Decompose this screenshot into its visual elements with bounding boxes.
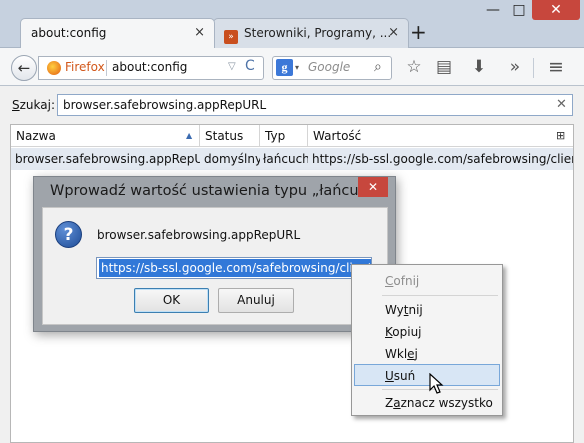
downloads-icon[interactable]: ⬇ (468, 56, 490, 78)
column-header-value[interactable]: Wartość (308, 125, 553, 147)
filter-value[interactable]: browser.safebrowsing.appRepURL (63, 96, 266, 114)
value-input-selected-text[interactable]: https://sb-ssl.google.com/safebrowsing/c… (99, 259, 371, 277)
search-icon[interactable]: ⌕ (374, 58, 382, 76)
column-picker-icon[interactable]: ⊞ (556, 127, 565, 145)
engine-dropdown-icon[interactable]: ▾ (295, 59, 299, 76)
tab-sterowniki[interactable]: » Sterowniki, Programy, ... × (213, 18, 409, 48)
question-icon: ? (55, 221, 82, 248)
menu-item-paste[interactable]: Wklej (354, 343, 500, 365)
search-placeholder: Google (308, 60, 351, 74)
menu-item-undo: Cofnij (385, 274, 420, 288)
column-header-type[interactable]: Typ (260, 125, 308, 147)
cell-type: łańcuch (263, 152, 308, 166)
column-header-name[interactable]: Nazwa (11, 125, 200, 147)
bookmarks-menu-icon[interactable]: ▤ (433, 56, 455, 78)
google-engine-icon[interactable]: g (276, 59, 293, 76)
menu-item-cut[interactable]: Wytnij (354, 299, 500, 321)
new-tab-button[interactable]: + (410, 22, 430, 42)
reload-icon[interactable]: C (245, 57, 255, 75)
overflow-chevron-icon[interactable]: » (504, 56, 526, 78)
mouse-cursor-icon (429, 373, 444, 394)
tab-close-icon[interactable]: × (194, 19, 205, 47)
cell-value: https://sb-ssl.google.com/safebrowsing/c… (312, 152, 573, 166)
dialog-title: Wprowadź wartość ustawienia typu „łańcuc… (50, 183, 384, 199)
window-close-button[interactable]: ✕ (532, 0, 580, 20)
sort-ascending-icon: ▲ (186, 131, 193, 140)
history-dropdown-icon[interactable]: ▽ (228, 58, 236, 76)
cell-status: domyślny (204, 152, 260, 166)
menu-item-select-all[interactable]: Zaznacz wszystko (354, 392, 500, 414)
menu-separator (382, 295, 498, 296)
minimize-button[interactable]: — (480, 0, 506, 20)
maximize-button[interactable]: □ (506, 0, 532, 20)
menu-item-copy[interactable]: Kopiuj (354, 321, 500, 343)
cell-name: browser.safebrowsing.appRepURL (15, 152, 200, 166)
filter-label: Szukaj: (12, 98, 55, 112)
dialog-message: browser.safebrowsing.appRepURL (97, 228, 301, 242)
menu-item-delete[interactable]: Usuń (354, 364, 500, 386)
ok-button[interactable]: OK (134, 288, 209, 313)
column-header-status[interactable]: Status (200, 125, 260, 147)
tab-label: about:config (31, 26, 107, 40)
bookmark-star-icon[interactable]: ☆ (403, 56, 425, 78)
back-button[interactable]: ← (11, 55, 37, 81)
dialog-close-button[interactable]: ✕ (358, 177, 388, 197)
url-separator (106, 60, 107, 76)
site-favicon-icon: » (224, 30, 238, 44)
toolbar-separator (533, 58, 534, 78)
tab-label: Sterowniki, Programy, ... (244, 26, 392, 40)
cancel-button[interactable]: Anuluj (218, 288, 294, 313)
tab-about-config[interactable]: about:config × (20, 18, 215, 48)
tab-close-icon[interactable]: × (388, 19, 399, 47)
firefox-logo-icon (47, 61, 61, 75)
url-text[interactable]: about:config (112, 58, 187, 76)
identity-label[interactable]: Firefox (65, 58, 105, 76)
hamburger-menu-icon[interactable]: ≡ (545, 56, 567, 78)
clear-filter-icon[interactable]: ✕ (556, 96, 567, 114)
